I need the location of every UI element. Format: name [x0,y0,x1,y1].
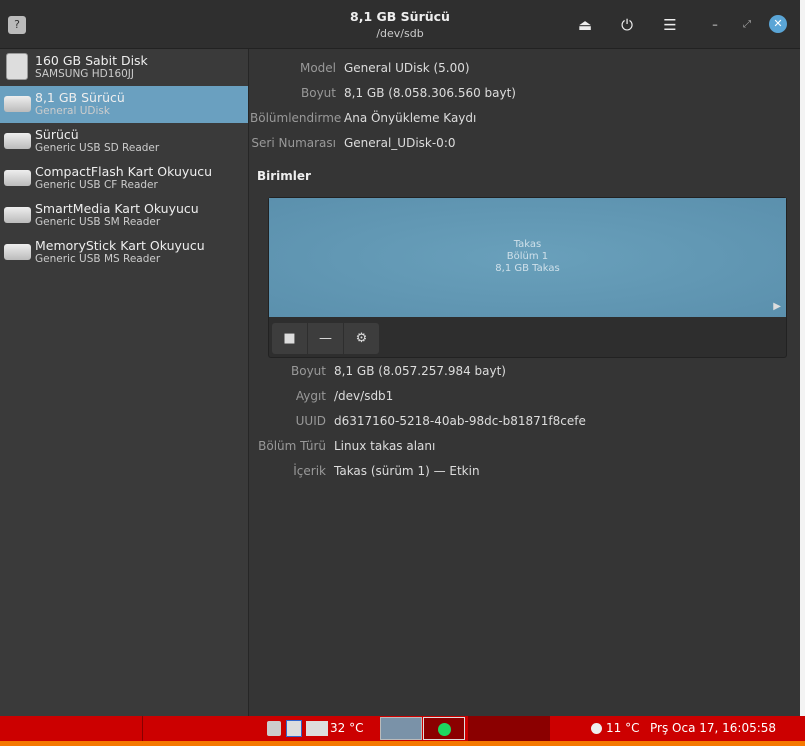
hard-disk-icon [6,53,28,80]
drive-item[interactable]: CompactFlash Kart Okuyucu Generic USB CF … [0,160,248,197]
drive-model: General UDisk [35,105,110,117]
drive-list: 160 GB Sabit Disk SAMSUNG HD160JJ 8,1 GB … [0,49,249,716]
value: 8,1 GB (8.057.257.984 bayt) [334,364,506,378]
drive-serial-row: Seri Numarası General_UDisk-0:0 [250,136,456,150]
delete-partition-button[interactable]: — [308,323,343,354]
partition-size: 8,1 GB Takas [495,263,560,274]
spotify-icon [437,723,451,736]
label: Boyut [301,86,336,100]
taskbar-window-disks[interactable] [380,717,422,740]
drive-name: MemoryStick Kart Okuyucu [35,238,205,253]
eject-icon[interactable]: ⏏ [574,14,596,36]
label: Boyut [291,364,326,378]
volume-contents-row: İçerik Takas (sürüm 1) — Etkin [250,464,480,478]
drive-name: Sürücü [35,127,79,142]
workspace-switcher[interactable] [468,716,550,741]
drive-model: Generic USB CF Reader [35,179,158,191]
card-reader-icon [4,244,31,260]
label: Model [299,61,336,75]
drive-model: Generic USB MS Reader [35,253,161,265]
label: İçerik [293,464,326,478]
drive-model: Generic USB SD Reader [35,142,160,154]
divider [142,716,143,741]
drive-name: CompactFlash Kart Okuyucu [35,164,213,179]
value: Ana Önyükleme Kaydı [344,111,477,125]
partition-block[interactable]: Takas Bölüm 1 8,1 GB Takas ▶ [269,198,786,317]
taskbar: 32 °C 11 °C Prş Oca 17, 16:05:58 [0,716,805,741]
partition-type: Takas [513,239,542,250]
network-tray-icon[interactable] [286,720,302,737]
value: General UDisk (5.00) [344,61,470,75]
drive-model-row: Model General UDisk (5.00) [250,61,470,75]
label: Bölüm Türü [258,439,326,453]
temperature-tray-icon[interactable] [306,721,328,736]
value: General_UDisk-0:0 [344,136,456,150]
card-reader-icon [4,170,31,186]
label: UUID [295,414,326,428]
background-window-edge [800,0,805,716]
bottom-strip [0,741,805,746]
drive-item[interactable]: MemoryStick Kart Okuyucu Generic USB MS R… [0,234,248,271]
value: 8,1 GB (8.058.306.560 bayt) [344,86,516,100]
volume-type-row: Bölüm Türü Linux takas alanı [250,439,435,453]
drive-name: SmartMedia Kart Okuyucu [35,201,199,216]
drive-model: Generic USB SM Reader [35,216,161,228]
label: Seri Numarası [251,136,336,150]
value: d6317160-5218-40ab-98dc-b81871f8cefe [334,414,586,428]
card-reader-icon [4,133,31,149]
clock[interactable]: Prş Oca 17, 16:05:58 [650,721,776,735]
volume-map: Takas Bölüm 1 8,1 GB Takas ▶ ■ — ⚙ [268,197,787,358]
disks-tray-icon[interactable] [267,721,281,736]
label: Aygıt [295,389,326,403]
value: Takas (sürüm 1) — Etkin [334,464,480,478]
power-icon[interactable]: ⏻ [616,14,638,36]
usb-drive-icon [4,96,31,112]
maximize-button[interactable]: ⤢ [736,14,758,36]
header-bar: ? 8,1 GB Sürücü /dev/sdb ⏏ ⏻ ☰ – ⤢ ✕ [0,0,800,49]
taskbar-window-spotify[interactable] [423,717,465,740]
value: /dev/sdb1 [334,389,394,403]
partition-name: Bölüm 1 [506,251,549,262]
label: Bölümlendirme [250,111,342,125]
disks-window: ? 8,1 GB Sürücü /dev/sdb ⏏ ⏻ ☰ – ⤢ ✕ 160… [0,0,800,716]
deactivate-swap-button[interactable]: ■ [272,323,307,354]
volume-uuid-row: UUID d6317160-5218-40ab-98dc-b81871f8cefe [250,414,586,428]
weather-temperature: 11 °C [606,721,640,735]
minimize-button[interactable]: – [704,14,726,36]
drive-item[interactable]: 160 GB Sabit Disk SAMSUNG HD160JJ [0,49,248,86]
gear-icon[interactable]: ⚙ [344,323,379,354]
volume-device-row: Aygıt/dev/sdb1 [250,389,393,403]
drive-name: 8,1 GB Sürücü [35,90,125,105]
drive-partitioning-row: Bölümlendirme Ana Önyükleme Kaydı [250,111,476,125]
card-reader-icon [4,207,31,223]
weather-icon [591,723,602,734]
drive-model: SAMSUNG HD160JJ [35,68,134,80]
menu-icon[interactable]: ☰ [659,14,681,36]
value: Linux takas alanı [334,439,436,453]
drive-size-row: Boyut 8,1 GB (8.058.306.560 bayt) [250,86,516,100]
cpu-temperature: 32 °C [330,721,364,735]
drive-name: 160 GB Sabit Disk [35,53,148,68]
play-arrow-icon: ▶ [773,301,781,312]
volume-size-row: Boyut 8,1 GB (8.057.257.984 bayt) [250,364,506,378]
volumes-heading: Birimler [257,169,311,183]
drive-item[interactable]: Sürücü Generic USB SD Reader [0,123,248,160]
drive-item[interactable]: SmartMedia Kart Okuyucu Generic USB SM Re… [0,197,248,234]
drive-item-selected[interactable]: 8,1 GB Sürücü General UDisk [0,86,248,123]
close-button[interactable]: ✕ [769,15,787,33]
